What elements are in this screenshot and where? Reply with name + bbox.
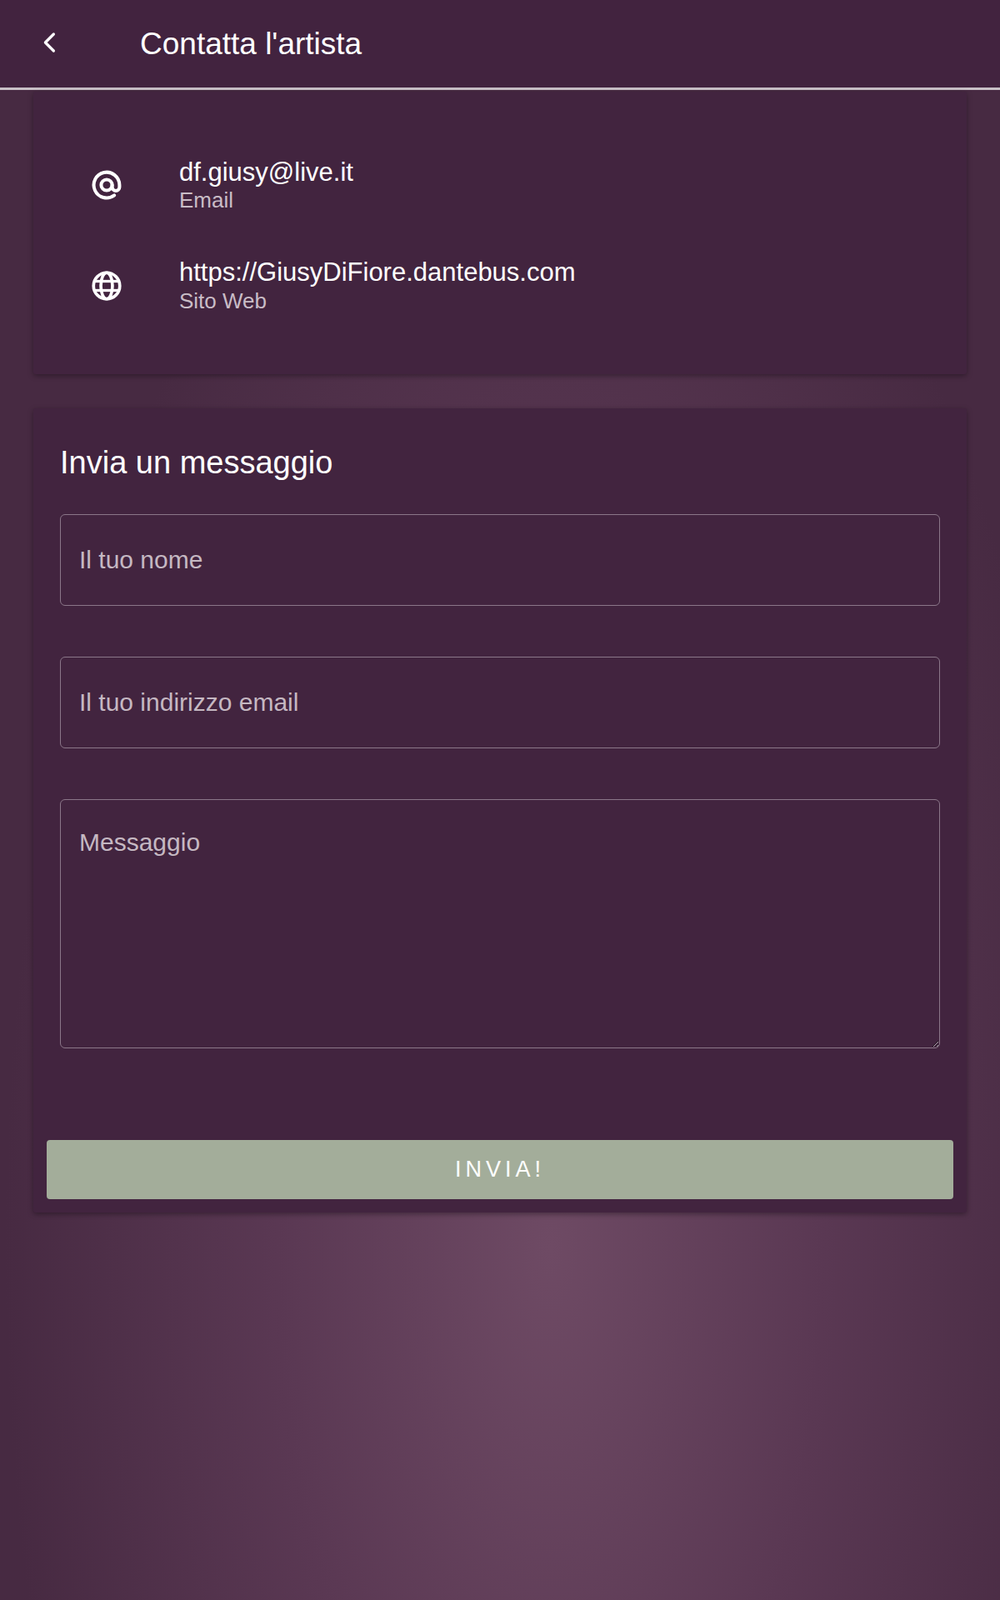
contact-value: df.giusy@live.it (179, 156, 354, 188)
contact-item[interactable]: df.giusy@live.it Email (33, 156, 967, 214)
message-textarea[interactable] (60, 799, 940, 1049)
contact-item[interactable]: https://GiusyDiFiore.dantebus.com Sito W… (33, 256, 967, 314)
contact-label: Sito Web (179, 288, 576, 315)
at-sign-icon (88, 166, 125, 204)
send-button[interactable]: INVIA! (46, 1140, 954, 1200)
form-title: Invia un messaggio (60, 443, 940, 484)
contact-page: Contatta l'artista df.giusy@live.it Emai… (0, 0, 1000, 1600)
page-title: Contatta l'artista (140, 26, 362, 62)
contact-value: https://GiusyDiFiore.dantebus.com (179, 256, 576, 288)
text-input[interactable] (60, 656, 940, 749)
text-input[interactable] (60, 514, 940, 606)
message-form: Invia un messaggio INVIA! (33, 408, 967, 1214)
back-button[interactable] (0, 0, 100, 88)
back-arrow-icon (37, 30, 63, 55)
contacts-card: df.giusy@live.it Email https://GiusyDiFi… (33, 91, 967, 375)
top-bar: Contatta l'artista (0, 0, 1000, 90)
contact-label: Email (179, 187, 354, 214)
globe-icon (88, 267, 125, 305)
